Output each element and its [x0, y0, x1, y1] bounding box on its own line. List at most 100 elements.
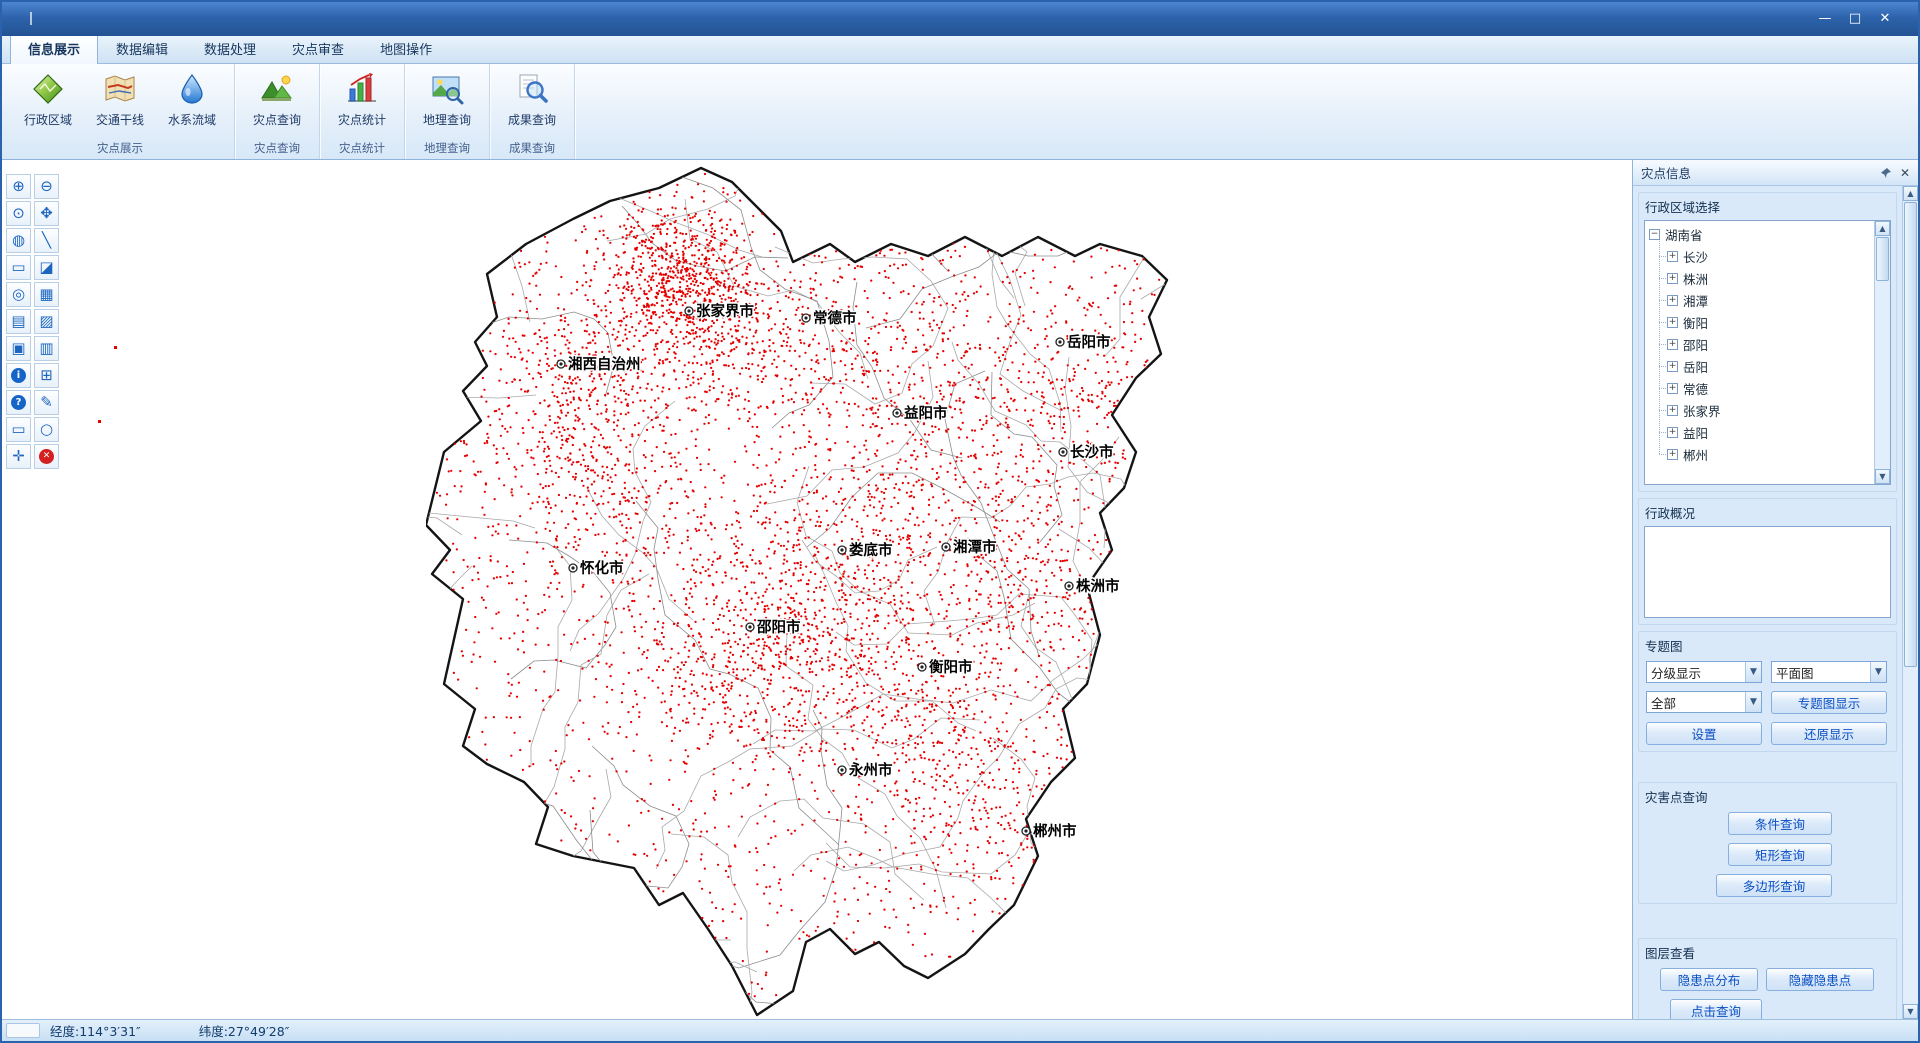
expand-icon[interactable]: + — [1667, 317, 1678, 328]
print-icon[interactable]: ▣ — [6, 336, 31, 361]
ribbon-button-result-query[interactable]: 成果查询 — [496, 66, 568, 138]
expand-icon[interactable]: + — [1667, 295, 1678, 306]
rect-shape-icon[interactable]: ▭ — [6, 417, 31, 442]
export-map-icon[interactable]: ▨ — [34, 309, 59, 334]
draw-line-icon[interactable]: ╲ — [34, 228, 59, 253]
attribute-table-icon[interactable]: ▦ — [34, 282, 59, 307]
print-preview-icon[interactable]: ▥ — [34, 336, 59, 361]
title-bar[interactable]: — □ ✕ — [2, 2, 1918, 36]
tab-map-operate[interactable]: 地图操作 — [362, 34, 450, 63]
help-icon[interactable]: ? — [6, 390, 31, 415]
minimize-button[interactable]: — — [1810, 8, 1840, 30]
tab-data-process[interactable]: 数据处理 — [186, 34, 274, 63]
document-icon[interactable]: ▤ — [6, 309, 31, 334]
ribbon-button-traffic-lines[interactable]: 交通干线 — [84, 66, 156, 138]
eraser-icon[interactable]: ◪ — [34, 255, 59, 280]
ribbon-button-admin-region[interactable]: 行政区域 — [12, 66, 84, 138]
refresh-glyph: ◎ — [12, 287, 25, 302]
attribute-table-glyph: ▦ — [39, 287, 53, 302]
select-rect-icon[interactable]: ▭ — [6, 255, 31, 280]
pin-icon[interactable] — [1880, 167, 1892, 179]
stray-disaster-point — [98, 420, 101, 423]
condition-query-button[interactable]: 条件查询 — [1728, 812, 1832, 835]
expand-icon[interactable]: + — [1667, 273, 1678, 284]
tab-data-edit[interactable]: 数据编辑 — [98, 34, 186, 63]
zoom-out-icon[interactable]: ⊖ — [34, 174, 59, 199]
polygon-query-button[interactable]: 多边形查询 — [1716, 874, 1832, 897]
ribbon-group-disaster-query-group: 灾点查询灾点查询 — [235, 64, 320, 159]
tree-node-hunan-province[interactable]: −湖南省 — [1649, 223, 1874, 245]
tree-node-chenzhou[interactable]: +郴州 — [1649, 443, 1874, 465]
scope-combo[interactable]: 全部 ▼ — [1646, 691, 1762, 713]
sketch-glyph: ✎ — [40, 395, 53, 410]
rect-query-button[interactable]: 矩形查询 — [1728, 843, 1832, 866]
chevron-down-icon[interactable]: ▼ — [1870, 662, 1886, 682]
delete-icon[interactable]: ✕ — [34, 444, 59, 469]
scroll-up-icon[interactable]: ▲ — [1875, 221, 1890, 236]
panel-scrollbar[interactable]: ▲ ▼ — [1902, 186, 1918, 1019]
add-select-icon[interactable]: ✛ — [6, 444, 31, 469]
chevron-down-icon[interactable]: ▼ — [1745, 692, 1761, 712]
tree-scrollbar[interactable]: ▲ ▼ — [1874, 221, 1890, 484]
tab-disaster-review[interactable]: 灾点审查 — [274, 34, 362, 63]
ribbon-button-disaster-query[interactable]: 灾点查询 — [241, 66, 313, 138]
pan-icon[interactable]: ✥ — [34, 201, 59, 226]
expand-icon[interactable]: + — [1667, 405, 1678, 416]
expand-icon[interactable]: + — [1667, 339, 1678, 350]
scroll-up-icon[interactable]: ▲ — [1903, 186, 1918, 201]
tree-node-zhuzhou[interactable]: + 株洲 — [1649, 267, 1874, 289]
tab-info-display[interactable]: 信息展示 — [10, 34, 98, 64]
hide-hazards-button[interactable]: 隐藏隐患点 — [1766, 968, 1874, 991]
expand-icon[interactable]: + — [1667, 383, 1678, 394]
tree-node-hengyang[interactable]: +衡阳 — [1649, 311, 1874, 333]
refresh-icon[interactable]: ◎ — [6, 282, 31, 307]
disaster-info-panel: 灾点信息 ✕ 行政区域选择 −湖南省+长沙+株洲+湘潭+衡阳+邵阳+岳阳+常德+… — [1632, 160, 1918, 1019]
tree-node-zhangjiajie[interactable]: +张家界 — [1649, 399, 1874, 421]
expand-icon[interactable]: + — [1667, 427, 1678, 438]
tree-node-label: 株洲 — [1683, 269, 1708, 288]
restore-button[interactable]: 还原显示 — [1771, 722, 1887, 745]
info-icon[interactable]: i — [6, 363, 31, 388]
tree-scroll-thumb[interactable] — [1876, 237, 1889, 281]
zoom-full-icon[interactable]: ⊙ — [6, 201, 31, 226]
maximize-button[interactable]: □ — [1840, 8, 1870, 30]
panel-scroll-track[interactable] — [1904, 202, 1917, 1003]
panel-scroll-thumb[interactable] — [1904, 202, 1917, 667]
collapse-icon[interactable]: − — [1649, 229, 1660, 240]
map-canvas[interactable]: 张家界市常德市岳阳市湘西自治州益阳市长沙市娄底市湘潭市株洲市怀化市邵阳市衡阳市永… — [426, 164, 1218, 1019]
tree-node-yiyang[interactable]: +益阳 — [1649, 421, 1874, 443]
globe-icon[interactable]: ◍ — [6, 228, 31, 253]
thematic-show-button[interactable]: 专题图显示 — [1771, 691, 1887, 714]
ellipse-shape-icon[interactable]: ○ — [34, 417, 59, 442]
tree-node-changsha[interactable]: +长沙 — [1649, 245, 1874, 267]
ribbon-button-water-basin[interactable]: 水系流域 — [156, 66, 228, 138]
panel-close-icon[interactable]: ✕ — [1900, 166, 1910, 180]
sketch-icon[interactable]: ✎ — [34, 390, 59, 415]
region-tree[interactable]: −湖南省+长沙+株洲+湘潭+衡阳+邵阳+岳阳+常德+张家界+益阳+郴州 ▲ ▼ — [1644, 220, 1891, 485]
water-basin-label: 水系流域 — [168, 111, 216, 128]
tree-node-changde[interactable]: +常德 — [1649, 377, 1874, 399]
ribbon-button-geo-query[interactable]: 地理查询 — [411, 66, 483, 138]
hazard-distribution-button[interactable]: 隐患点分布 — [1660, 968, 1758, 991]
expand-icon[interactable]: + — [1667, 449, 1678, 460]
display-mode-combo[interactable]: 分级显示 ▼ — [1646, 661, 1762, 683]
expand-icon[interactable]: + — [1667, 361, 1678, 372]
tree-node-yueyang[interactable]: +岳阳 — [1649, 355, 1874, 377]
scroll-down-icon[interactable]: ▼ — [1903, 1004, 1918, 1019]
print-glyph: ▣ — [11, 341, 25, 356]
tree-node-shaoyang[interactable]: +邵阳 — [1649, 333, 1874, 355]
overview-textbox[interactable] — [1644, 526, 1891, 618]
click-query-button[interactable]: 点击查询 — [1670, 999, 1762, 1019]
scroll-down-icon[interactable]: ▼ — [1875, 469, 1890, 484]
expand-icon[interactable]: + — [1667, 251, 1678, 262]
settings-button[interactable]: 设置 — [1646, 722, 1762, 745]
chevron-down-icon[interactable]: ▼ — [1745, 662, 1761, 682]
zoom-in-icon[interactable]: ⊕ — [6, 174, 31, 199]
map-type-combo[interactable]: 平面图 ▼ — [1771, 661, 1887, 683]
layers-icon[interactable]: ⊞ — [34, 363, 59, 388]
ribbon-button-disaster-stats[interactable]: 灾点统计 — [326, 66, 398, 138]
close-button[interactable]: ✕ — [1870, 8, 1900, 30]
map-viewport[interactable]: ⊕⊖⊙✥◍╲▭◪◎▦▤▨▣▥i⊞?✎▭○✛✕ 张家界市常德市岳阳市湘西自治州益阳… — [2, 160, 1632, 1019]
tree-scroll-track[interactable] — [1876, 237, 1889, 468]
tree-node-xiangtan[interactable]: +湘潭 — [1649, 289, 1874, 311]
